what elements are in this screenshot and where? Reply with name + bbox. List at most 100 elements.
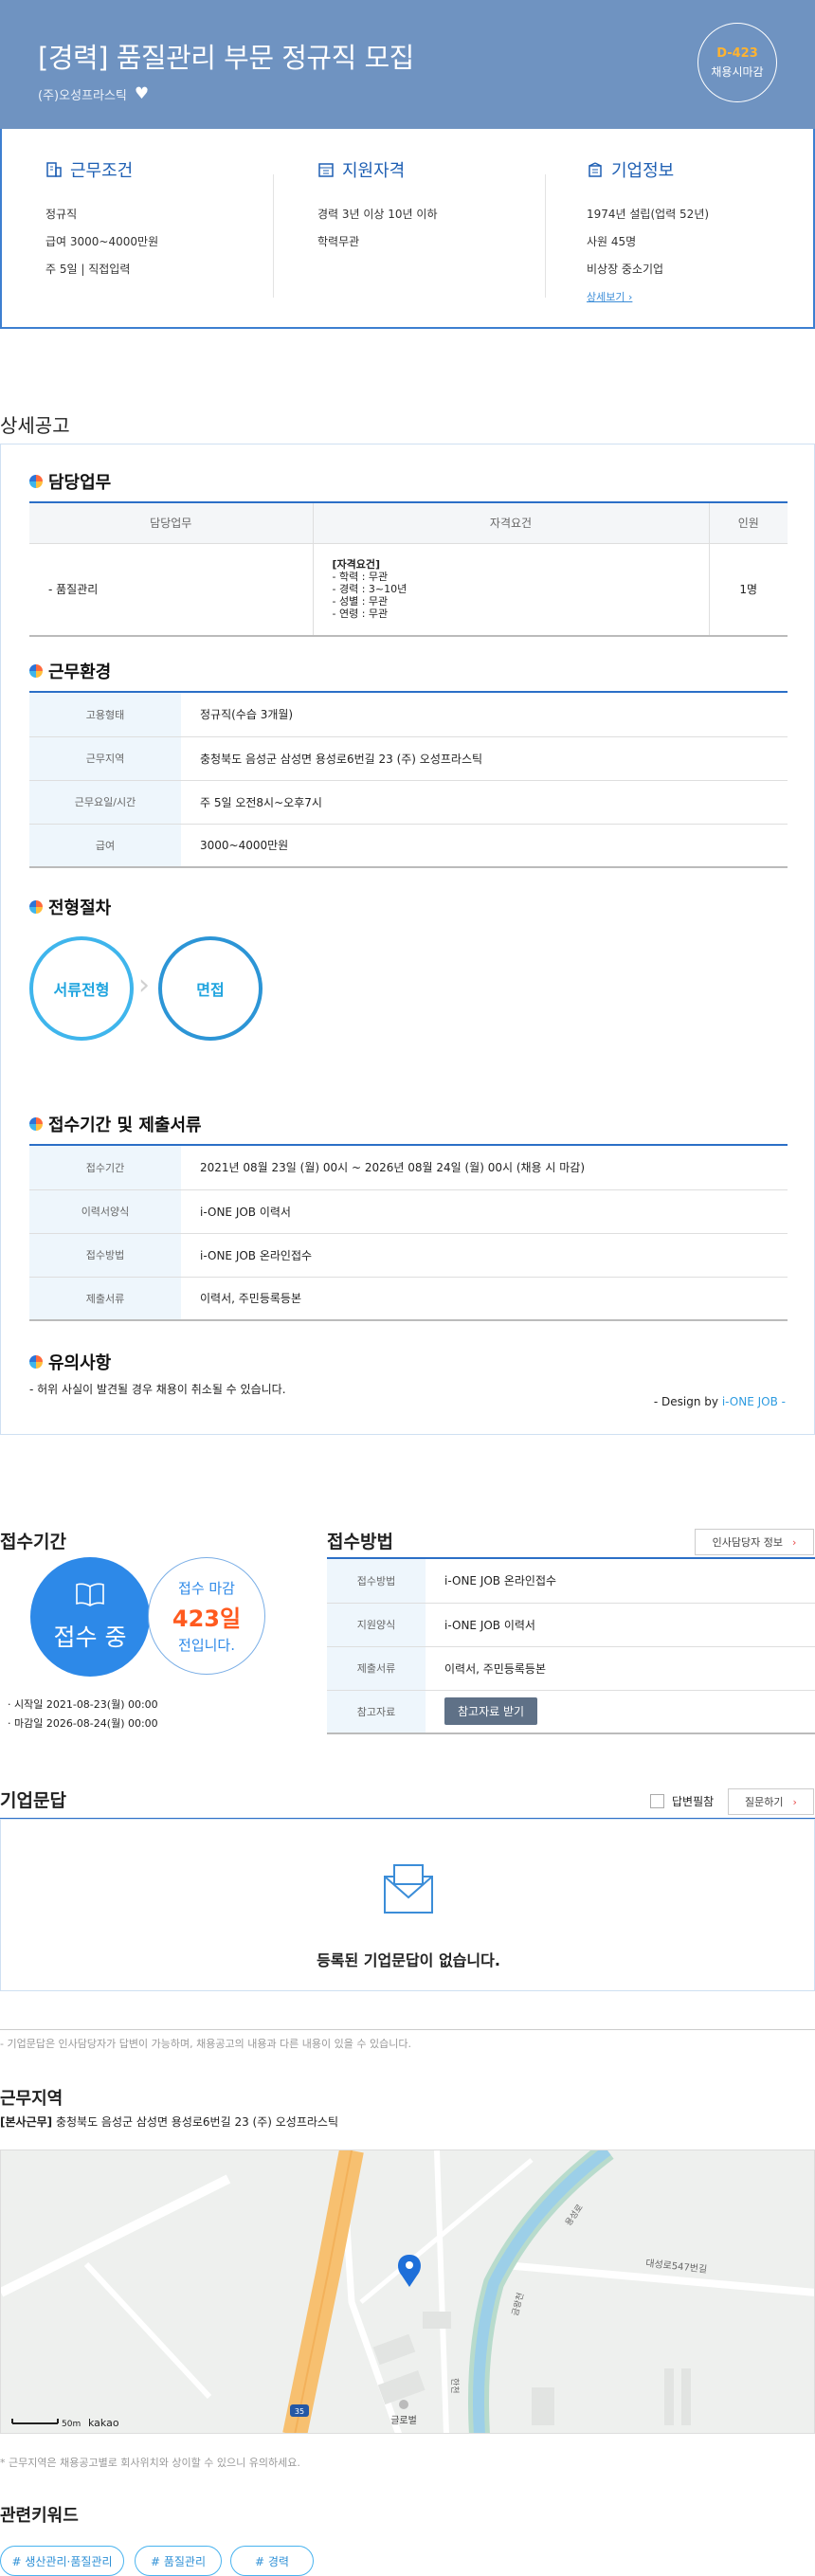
company-name[interactable]: (주)오성프라스틱 ♥ (38, 85, 149, 104)
apply-dday-circle: 접수 마감 423일 전입니다. (148, 1557, 265, 1675)
table-row: 제출서류 이력서, 주민등록등본 (29, 1277, 788, 1321)
row-value: i-ONE JOB 온라인접수 (426, 1559, 815, 1604)
row-key: 참고자료 (327, 1690, 426, 1734)
row-key: 지원양식 (327, 1603, 426, 1647)
apply-status-circle: 접수 중 (30, 1557, 150, 1677)
kakao-logo: kakao (88, 2417, 119, 2429)
design-prefix: - Design by (653, 1395, 722, 1408)
answered-filter[interactable]: 답변필참 (650, 1793, 714, 1809)
work-type: 정규직 (45, 208, 78, 221)
period-heading: 접수기간 및 제출서류 (29, 1112, 202, 1136)
table-row: 근무지역 충청북도 음성군 삼성면 용성로6번길 23 (주) 오성프라스틱 (29, 736, 788, 781)
row-key: 근무지역 (29, 736, 181, 781)
row-value: 2021년 08월 23일 (월) 00시 ~ 2026년 08월 24일 (월… (181, 1146, 788, 1190)
row-value: 이력서, 주민등록등본 (426, 1646, 815, 1691)
dday-badge: D-423 채용시마감 (697, 23, 777, 102)
process-heading-text: 전형절차 (48, 898, 112, 918)
chevron-right-icon[interactable]: › (793, 1796, 797, 1808)
row-key: 제출서류 (327, 1646, 426, 1691)
env-table: 고용형태 정규직(수습 3개월) 근무지역 충청북도 음성군 삼성면 용성로6번길 … (29, 693, 788, 868)
col-duty: 담당업무 (29, 503, 314, 544)
company-info-title: 기업정보 (587, 157, 814, 182)
calendar-icon (318, 163, 334, 177)
notice-heading: 유의사항 (29, 1350, 111, 1374)
row-key: 접수방법 (327, 1559, 426, 1604)
location-address-text: 충청북도 음성군 삼성면 용성로6번길 23 (주) 오성프라스틱 (52, 2115, 338, 2129)
bullet-icon (29, 664, 43, 678)
work-conditions-title: 근무조건 (45, 157, 273, 182)
requirement-line: - 연령 : 무관 (332, 608, 389, 621)
poi-label: 글로벌 (390, 2415, 417, 2426)
row-value: 주 5일 오전8시~오후7시 (181, 780, 788, 825)
bullet-icon (29, 1355, 43, 1369)
row-value: 참고자료 받기 (426, 1690, 815, 1734)
dday-days: 423일 (172, 1605, 242, 1632)
qa-note: - 기업문답은 인사담당자가 답변이 가능하며, 채용공고의 내용과 다른 내용… (0, 2038, 411, 2050)
env-heading: 근무환경 (29, 659, 111, 683)
scale-label: 50m (62, 2420, 81, 2429)
map-canvas[interactable]: 35 대성로547번길 용성로 금왕천 한천 글로벌 50m kakao (1, 2150, 815, 2434)
requirement-title: [자격요건] (332, 558, 381, 571)
qualifications-title: 지원자격 (317, 157, 545, 182)
location-map[interactable]: 35 대성로547번길 용성로 금왕천 한천 글로벌 50m kakao (0, 2150, 815, 2434)
table-row: 접수기간 2021년 08월 23일 (월) 00시 ~ 2026년 08월 24… (29, 1146, 788, 1190)
period-heading-text: 접수기간 및 제출서류 (48, 1116, 202, 1135)
location-tag: [본사근무] (0, 2115, 53, 2129)
row-value: 충청북도 음성군 삼성면 용성로6번길 23 (주) 오성프라스틱 (181, 736, 788, 781)
row-value: 정규직(수습 3개월) (181, 693, 788, 737)
company-detail-link[interactable]: 상세보기 › (587, 289, 632, 304)
col-count: 인원 (709, 503, 788, 544)
qualifications-label: 지원자격 (342, 161, 406, 181)
keyword-tag[interactable]: # 품질관리 (135, 2546, 222, 2576)
table-row: 접수방법 i-ONE JOB 온라인접수 (29, 1233, 788, 1278)
bullet-icon (29, 900, 43, 914)
hr-info-label[interactable]: 인사담당자 정보 (713, 1534, 783, 1550)
office-icon (589, 162, 602, 177)
download-reference-button[interactable]: 참고자료 받기 (444, 1697, 538, 1726)
divider (545, 174, 546, 298)
founded: 1974년 설립(업력 52년) (587, 208, 710, 221)
dday-count: D-423 (716, 45, 758, 61)
row-value: i-ONE JOB 이력서 (426, 1603, 815, 1647)
heart-icon[interactable]: ♥ (135, 86, 149, 102)
table-row: 급여 3000~4000만원 (29, 824, 788, 868)
design-brand: i-ONE JOB - (721, 1395, 786, 1408)
requirement-line: - 경력 : 3~10년 (332, 583, 408, 596)
chevron-right-icon: › (138, 969, 150, 1002)
salary: 급여 3000~4000만원 (45, 235, 159, 248)
bullet-icon (29, 475, 43, 488)
qa-empty-message: 등록된 기업문답이 없습니다. (317, 1951, 500, 1969)
answered-label[interactable]: 답변필참 (672, 1793, 714, 1809)
experience: 경력 3년 이상 10년 이하 (317, 208, 438, 221)
end-date: · 마감일 2026-08-24(월) 00:00 (8, 1717, 158, 1730)
qa-title: 기업문답 (0, 1790, 66, 1811)
row-key: 제출서류 (29, 1277, 181, 1321)
answered-checkbox[interactable] (650, 1794, 664, 1808)
ask-question-button[interactable]: 질문하기 › (728, 1788, 814, 1815)
process-step: 서류전형 (29, 936, 134, 1041)
row-key: 이력서양식 (29, 1189, 181, 1234)
notice-text: - 허위 사실이 발견될 경우 채용이 취소될 수 있습니다. (29, 1383, 286, 1396)
duty-heading-text: 담당업무 (48, 473, 112, 493)
ask-question-label[interactable]: 질문하기 (745, 1794, 783, 1809)
company-info-label: 기업정보 (611, 161, 675, 181)
summary-box: 근무조건 정규직 급여 3000~4000만원 주 5일 | 직접입력 지원자격… (0, 129, 815, 329)
process-step: 면접 (158, 936, 263, 1041)
company-name-text[interactable]: (주)오성프라스틱 (38, 85, 127, 103)
hr-info-button[interactable]: 인사담당자 정보 › (695, 1529, 814, 1555)
detail-box: 담당업무 담당업무 자격요건 인원 - 품질관리 [자격요건] - 학력 : 무… (0, 444, 815, 1435)
keyword-tag[interactable]: # 생산관리·품질관리 (0, 2546, 124, 2576)
notice-heading-text: 유의사항 (48, 1353, 112, 1373)
table-row: - 품질관리 [자격요건] - 학력 : 무관 - 경력 : 3~10년 - 성… (29, 543, 788, 637)
envelope-icon (384, 1864, 433, 1914)
row-key: 급여 (29, 824, 181, 868)
chevron-right-icon[interactable]: › (792, 1536, 796, 1549)
building-icon (46, 162, 62, 177)
location-note: * 근무지역은 채용공고별로 회사위치와 상이할 수 있으니 유의하세요. (0, 2457, 300, 2469)
row-key: 근무요일/시간 (29, 780, 181, 825)
period-table: 접수기간 2021년 08월 23일 (월) 00시 ~ 2026년 08월 24… (29, 1146, 788, 1321)
divider (273, 174, 274, 298)
keyword-tag[interactable]: # 경력 (230, 2546, 314, 2576)
location-address: [본사근무] 충청북도 음성군 삼성면 용성로6번길 23 (주) 오성프라스틱 (0, 2113, 338, 2130)
dday-bottom: 전입니다. (178, 1636, 235, 1654)
